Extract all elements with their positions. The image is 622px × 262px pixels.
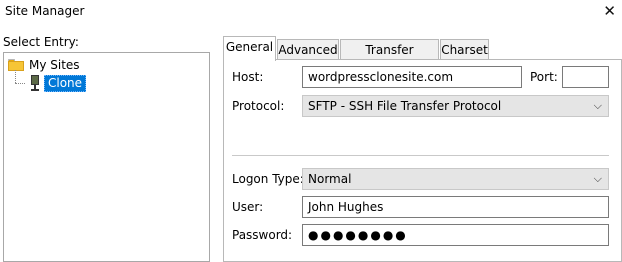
host-label: Host: [232, 70, 264, 84]
tree-connector-vertical [15, 70, 16, 83]
window-title: Site Manager [5, 4, 85, 18]
tab-transfer-settings[interactable]: Transfer Settings [340, 39, 439, 77]
site-tree[interactable]: My Sites Clone [3, 52, 210, 262]
tree-item-clone[interactable]: Clone [30, 74, 87, 92]
logon-type-select[interactable]: Normal ⌵ [302, 168, 609, 190]
tab-general[interactable]: General [223, 36, 276, 61]
chevron-down-icon: ⌵ [593, 99, 602, 112]
select-entry-label: Select Entry: [3, 35, 79, 49]
protocol-label: Protocol: [232, 99, 285, 113]
folder-icon [8, 59, 24, 71]
divider [232, 155, 609, 156]
tree-item-label: Clone [44, 74, 87, 92]
logon-type-label: Logon Type: [232, 172, 304, 186]
title-bar: Site Manager ✕ [0, 0, 622, 30]
tab-advanced[interactable]: Advanced [277, 39, 339, 59]
host-input[interactable]: wordpressclonesite.com [302, 66, 522, 88]
server-icon [30, 75, 40, 91]
user-input[interactable]: John Hughes [302, 196, 609, 218]
tab-charset[interactable]: Charset [440, 39, 489, 59]
general-panel: Host: wordpressclonesite.com Port: Proto… [223, 59, 622, 262]
chevron-down-icon: ⌵ [593, 172, 602, 185]
tree-item-my-sites[interactable]: My Sites [8, 56, 80, 74]
protocol-select[interactable]: SFTP - SSH File Transfer Protocol ⌵ [302, 95, 609, 117]
tree-item-label: My Sites [29, 58, 80, 72]
port-label: Port: [530, 70, 558, 84]
logon-type-value: Normal [308, 172, 352, 186]
close-icon[interactable]: ✕ [603, 2, 616, 20]
password-label: Password: [232, 228, 293, 242]
port-input[interactable] [562, 66, 609, 88]
protocol-value: SFTP - SSH File Transfer Protocol [308, 99, 502, 113]
tree-connector-horizontal [15, 83, 25, 84]
user-label: User: [232, 200, 264, 214]
password-input[interactable]: ●●●●●●●● [302, 224, 609, 246]
